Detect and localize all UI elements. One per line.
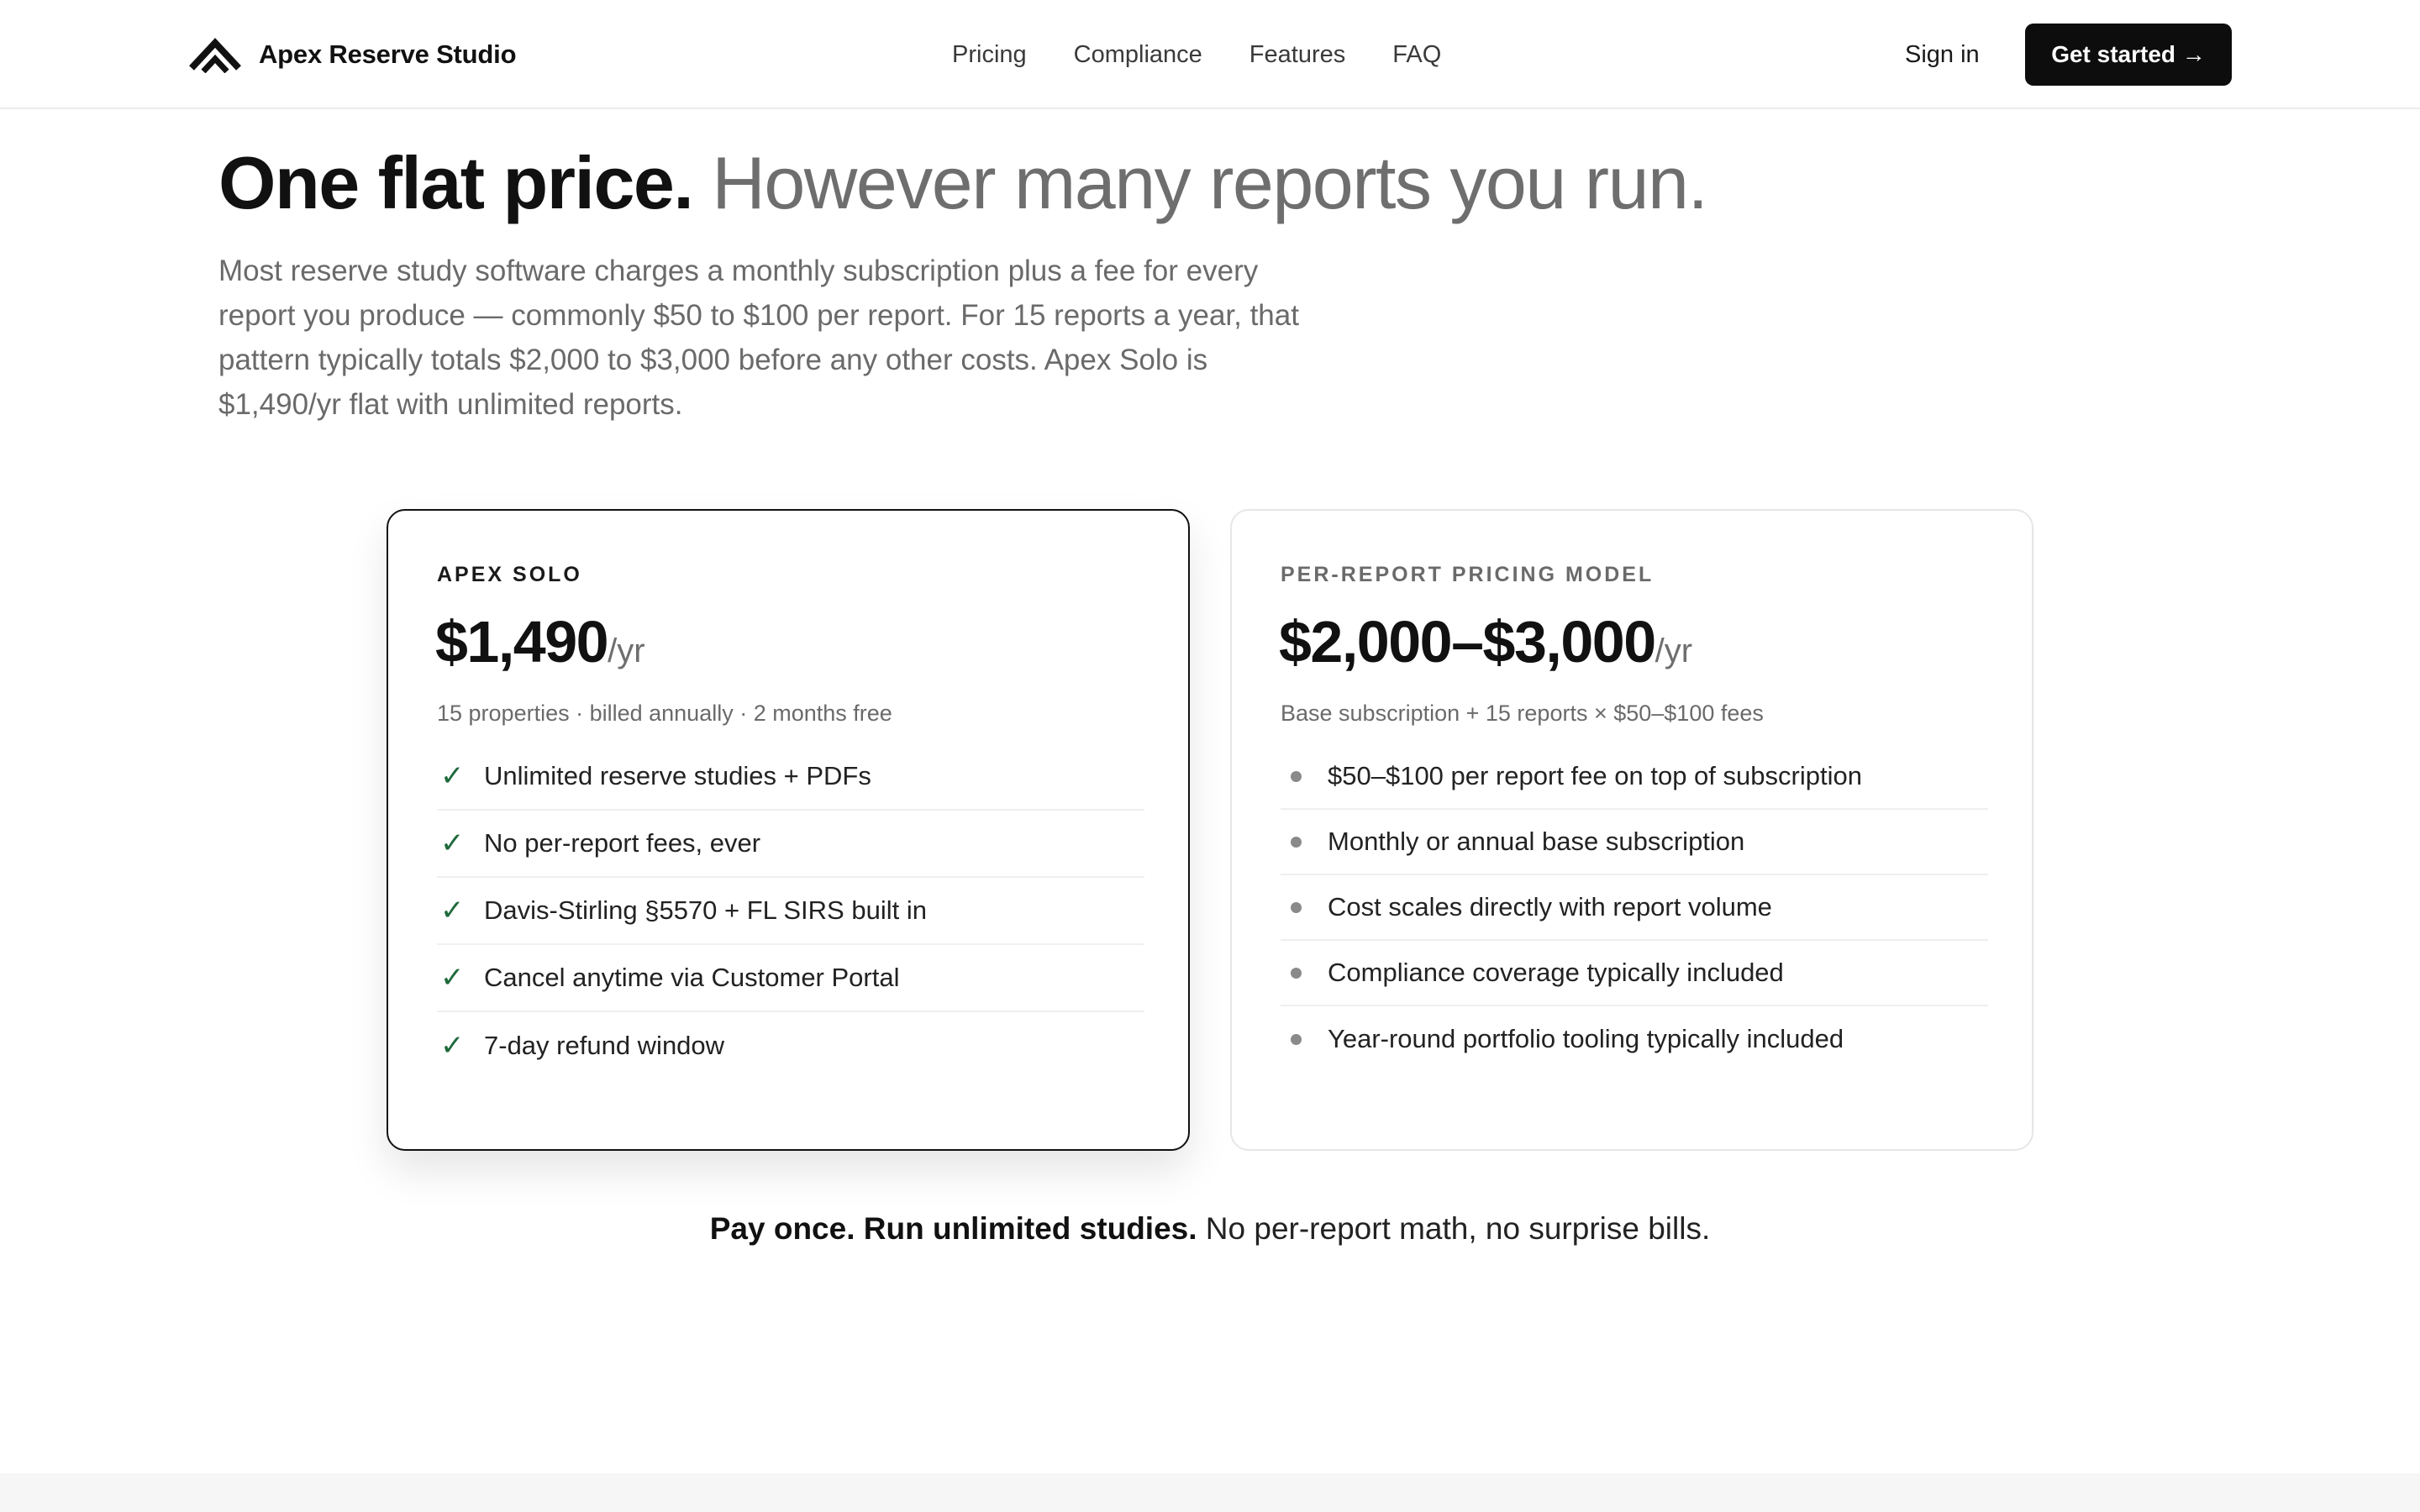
nav-pricing[interactable]: Pricing [952,41,1027,69]
plan-price: $2,000–$3,000/yr [1279,608,1692,675]
list-item: Monthly or annual base subscription [1281,810,1988,875]
price-amount: $1,490 [435,609,609,675]
per-report-feature-list: $50–$100 per report fee on top of subscr… [1281,744,1988,1072]
feature-text: Compliance coverage typically included [1328,958,1784,987]
hero-title-muted: However many reports you run. [712,141,1708,224]
list-item: Compliance coverage typically included [1281,941,1988,1006]
feature-text: Unlimited reserve studies + PDFs [484,761,871,790]
get-started-button[interactable]: Get started → [2025,24,2232,86]
list-item: Cost scales directly with report volume [1281,875,1988,941]
dot-icon [1281,770,1328,782]
dot-icon [1281,967,1328,979]
check-icon: ✓ [440,895,465,927]
list-item: ✓ 7-day refund window [437,1012,1144,1079]
plan-label: APEX SOLO [437,563,582,586]
dot-icon [1281,901,1328,913]
tagline-rest: No per-report math, no surprise bills. [1197,1211,1711,1246]
brand-name: Apex Reserve Studio [259,39,517,69]
check-icon: ✓ [440,760,465,792]
feature-text: Cancel anytime via Customer Portal [484,963,900,992]
sign-in-link[interactable]: Sign in [1905,0,1980,109]
feature-text: 7-day refund window [484,1031,725,1060]
hero-title: One flat price. However many reports you… [218,133,1708,234]
solo-feature-list: ✓ Unlimited reserve studies + PDFs ✓ No … [437,743,1144,1079]
list-item: ✓ Unlimited reserve studies + PDFs [437,743,1144,811]
hero-description: Most reserve study software charges a mo… [218,255,1299,421]
plan-label: PER-REPORT PRICING MODEL [1281,563,1655,586]
site-header: Apex Reserve Studio Pricing Compliance F… [0,0,2420,109]
dot-icon [1281,836,1328,848]
price-unit: /yr [1655,633,1693,669]
price-unit: /yr [608,633,645,669]
footer-dotted-strip [0,1473,2420,1512]
list-item: ✓ No per-report fees, ever [437,811,1144,878]
plan-price: $1,490/yr [435,608,645,675]
brand[interactable]: Apex Reserve Studio [188,0,517,109]
hero-title-strong: One flat price. [218,141,694,224]
feature-text: Year-round portfolio tooling typically i… [1328,1024,1844,1053]
nav-faq[interactable]: FAQ [1392,41,1441,69]
list-item: ✓ Davis-Stirling §5570 + FL SIRS built i… [437,878,1144,945]
feature-text: No per-report fees, ever [484,828,761,858]
plan-subtitle: 15 properties · billed annually · 2 mont… [437,701,892,726]
check-icon: ✓ [440,1030,465,1062]
pricing-tagline: Pay once. Run unlimited studies. No per-… [0,1211,2420,1247]
dot-icon [1281,1033,1328,1045]
apex-solo-card: APEX SOLO $1,490/yr 15 properties · bill… [387,509,1190,1151]
main-nav: Pricing Compliance Features FAQ [952,0,1441,109]
feature-text: Davis-Stirling §5570 + FL SIRS built in [484,895,927,925]
per-report-card: PER-REPORT PRICING MODEL $2,000–$3,000/y… [1230,509,2033,1151]
feature-text: $50–$100 per report fee on top of subscr… [1328,761,1862,790]
feature-text: Monthly or annual base subscription [1328,827,1745,856]
list-item: ✓ Cancel anytime via Customer Portal [437,945,1144,1012]
nav-compliance[interactable]: Compliance [1074,41,1202,69]
list-item: Year-round portfolio tooling typically i… [1281,1006,1988,1072]
nav-features[interactable]: Features [1249,41,1345,69]
price-amount: $2,000–$3,000 [1279,609,1656,675]
feature-text: Cost scales directly with report volume [1328,892,1772,921]
apex-logo-icon [189,38,241,73]
plan-subtitle: Base subscription + 15 reports × $50–$10… [1281,701,1764,726]
list-item: $50–$100 per report fee on top of subscr… [1281,744,1988,810]
tagline-bold: Pay once. Run unlimited studies. [709,1211,1197,1246]
check-icon: ✓ [440,827,465,859]
check-icon: ✓ [440,962,465,994]
